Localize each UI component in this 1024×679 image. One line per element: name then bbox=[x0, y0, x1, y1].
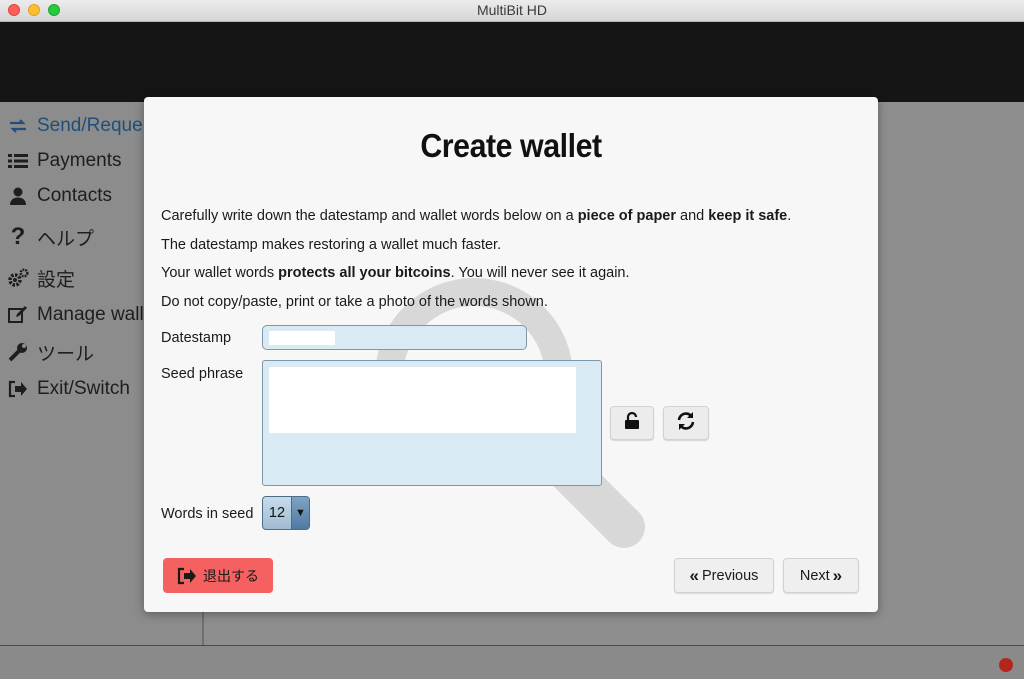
sign-out-icon bbox=[177, 567, 197, 585]
sidebar-item-label: ツール bbox=[37, 343, 95, 365]
words-in-seed-select[interactable]: 12 ▼ bbox=[262, 496, 310, 530]
sidebar-item-label: Contacts bbox=[37, 185, 112, 206]
sidebar-item-settings[interactable]: 設定 bbox=[6, 263, 75, 293]
question-icon: ? bbox=[10, 223, 26, 250]
sidebar-item-payments[interactable]: Payments bbox=[6, 146, 121, 176]
seed-phrase-label: Seed phrase bbox=[161, 366, 244, 382]
sidebar-item-tools[interactable]: ツール bbox=[6, 337, 94, 367]
exit-button-label: 退出する bbox=[203, 567, 259, 584]
sidebar-item-label: 設定 bbox=[37, 269, 76, 291]
sidebar-item-label: Exit/Switch bbox=[37, 378, 130, 399]
send-request-icon bbox=[6, 118, 30, 134]
dialog-title: Create wallet bbox=[420, 127, 602, 164]
sidebar-item-label: Payments bbox=[37, 150, 122, 171]
instruction-line-3: Your wallet words protects all your bitc… bbox=[161, 265, 630, 281]
seed-phrase-value-redacted bbox=[269, 367, 576, 433]
instruction-line-1: Carefully write down the datestamp and w… bbox=[161, 208, 792, 224]
sidebar-item-label: Send/Reque bbox=[37, 115, 143, 136]
exit-button[interactable]: 退出する bbox=[163, 558, 273, 593]
chevron-down-icon: ▼ bbox=[291, 497, 309, 529]
next-button[interactable]: Next » bbox=[783, 558, 859, 593]
create-wallet-dialog: Create wallet Carefully write down the d… bbox=[144, 97, 878, 612]
previous-button[interactable]: « Previous bbox=[674, 558, 774, 593]
double-chevron-left-icon: « bbox=[689, 566, 700, 585]
datestamp-label: Datestamp bbox=[161, 330, 232, 346]
status-indicator bbox=[999, 658, 1013, 672]
seed-phrase-field[interactable] bbox=[262, 360, 602, 486]
words-in-seed-label: Words in seed bbox=[161, 506, 254, 522]
status-bar bbox=[0, 645, 1024, 679]
sidebar-item-label: ヘルプ bbox=[37, 228, 95, 250]
title-bar: MultiBit HD bbox=[0, 0, 1024, 22]
double-chevron-right-icon: » bbox=[832, 566, 843, 585]
refresh-icon bbox=[676, 411, 696, 436]
sidebar-item-exit-switch[interactable]: Exit/Switch bbox=[6, 374, 130, 404]
user-icon bbox=[6, 187, 30, 205]
datestamp-value-redacted bbox=[269, 331, 335, 345]
instruction-line-4: Do not copy/paste, print or take a photo… bbox=[161, 294, 548, 310]
sidebar-item-send-request[interactable]: Send/Reque bbox=[6, 111, 143, 141]
app-header bbox=[0, 22, 1024, 102]
instruction-line-2: The datestamp makes restoring a wallet m… bbox=[161, 237, 502, 253]
sidebar-item-contacts[interactable]: Contacts bbox=[6, 181, 112, 211]
previous-button-label: Previous bbox=[702, 567, 759, 584]
datestamp-field[interactable] bbox=[262, 325, 527, 350]
refresh-seed-button[interactable] bbox=[663, 406, 709, 440]
words-in-seed-value: 12 bbox=[268, 505, 286, 521]
sidebar-item-label: Manage wall bbox=[37, 304, 144, 325]
sidebar-item-help[interactable]: ? ヘルプ bbox=[6, 222, 94, 252]
next-button-label: Next bbox=[799, 567, 830, 584]
sidebar-item-manage-wallet[interactable]: Manage wall bbox=[6, 300, 144, 330]
unlock-icon bbox=[624, 411, 640, 435]
list-icon bbox=[6, 153, 30, 169]
sign-out-icon bbox=[6, 380, 30, 398]
edit-icon bbox=[6, 306, 30, 324]
window-title: MultiBit HD bbox=[476, 2, 547, 18]
wrench-icon bbox=[6, 342, 30, 362]
cogs-icon bbox=[6, 268, 30, 288]
toggle-visibility-button[interactable] bbox=[610, 406, 654, 440]
